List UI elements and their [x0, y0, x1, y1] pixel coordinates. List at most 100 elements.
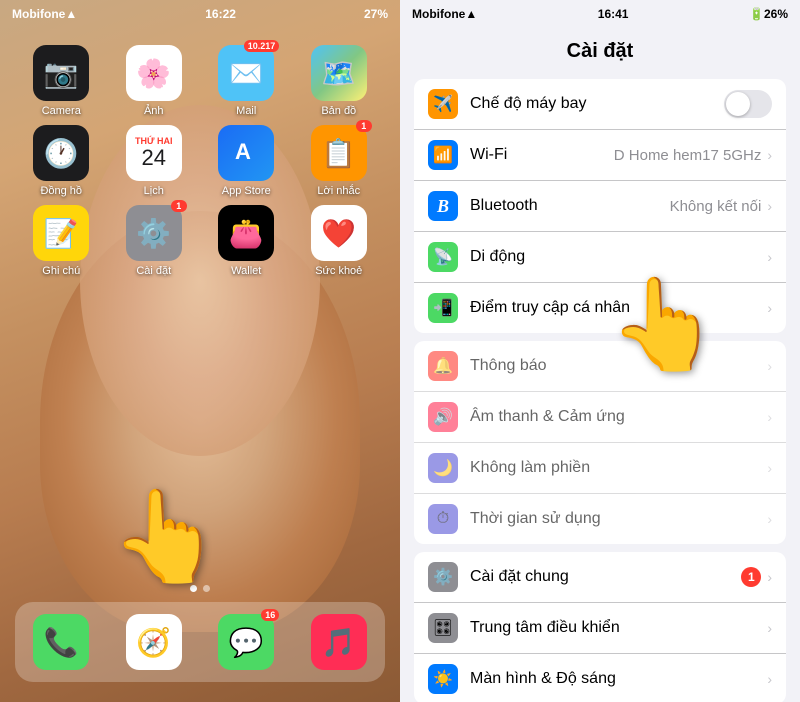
app-camera-label: Camera — [42, 105, 81, 117]
app-calendar-label: Lịch — [144, 185, 164, 197]
control-icon: 🎛 — [428, 613, 458, 643]
general-chevron: › — [767, 569, 772, 585]
app-reminders[interactable]: 📋 1 Lời nhắc — [303, 125, 375, 197]
app-maps-label: Bản đồ — [321, 105, 356, 117]
settings-row-wifi[interactable]: 📶 Wi-Fi D Home hem17 5GHz › — [414, 130, 786, 181]
dock: 📞 🧭 💬 16 🎵 — [15, 602, 385, 682]
general-icon: ⚙️ — [428, 562, 458, 592]
messages-badge: 16 — [261, 609, 279, 621]
focus-label: Không làm phiền — [470, 459, 767, 477]
right-phone-screen: Mobifone ▲ 16:41 🔋 26% Cài đặt ✈️ Chế độ… — [400, 0, 800, 702]
settings-row-focus[interactable]: 🌙 Không làm phiền › — [414, 443, 786, 494]
bluetooth-icon: B — [428, 191, 458, 221]
sounds-icon: 🔊 — [428, 402, 458, 432]
app-row-2: 🕐 Đồng hồ THỨ HAI 24 Lịch A App Store — [15, 125, 385, 197]
cellular-icon: 📡 — [428, 242, 458, 272]
app-grid: 📷 Camera 🌸 Ảnh ✉️ 10.217 Mail 🗺️ Bản đồ — [0, 35, 400, 295]
airplane-label: Chế độ máy bay — [470, 95, 724, 113]
app-notes[interactable]: 📝 Ghi chú — [25, 205, 97, 277]
control-chevron: › — [767, 620, 772, 636]
sounds-chevron: › — [767, 409, 772, 425]
wallet-icon-img: 👛 — [218, 205, 274, 261]
settings-icon-img: ⚙️ 1 — [126, 205, 182, 261]
control-label: Trung tâm điều khiển — [470, 619, 767, 637]
bluetooth-label: Bluetooth — [470, 197, 670, 215]
app-appstore[interactable]: A App Store — [210, 125, 282, 197]
time-left: 16:22 — [205, 7, 236, 21]
app-settings[interactable]: ⚙️ 1 Cài đặt — [118, 205, 190, 277]
wifi-label: Wi-Fi — [470, 146, 614, 164]
settings-row-general[interactable]: ⚙️ Cài đặt chung 1 › — [414, 552, 786, 603]
battery-icon-right: 🔋 — [749, 7, 764, 21]
photos-icon-img: 🌸 — [126, 45, 182, 101]
settings-row-hotspot[interactable]: 📲 Điểm truy cập cá nhân › — [414, 283, 786, 333]
settings-row-control[interactable]: 🎛 Trung tâm điều khiển › — [414, 603, 786, 654]
settings-container: Cài đặt ✈️ Chế độ máy bay 📶 Wi-Fi D Home… — [400, 28, 800, 702]
notifications-icon: 🔔 — [428, 351, 458, 381]
app-notes-label: Ghi chú — [42, 265, 80, 277]
status-bar-right: Mobifone ▲ 16:41 🔋 26% — [400, 0, 800, 28]
app-settings-label: Cài đặt — [136, 265, 171, 277]
app-mail-label: Mail — [236, 105, 256, 117]
wifi-icon: 📶 — [428, 140, 458, 170]
airplane-icon: ✈️ — [428, 89, 458, 119]
settings-row-bluetooth[interactable]: B Bluetooth Không kết nối › — [414, 181, 786, 232]
bluetooth-value: Không kết nối — [670, 198, 762, 215]
settings-section-1: ✈️ Chế độ máy bay 📶 Wi-Fi D Home hem17 5… — [414, 79, 786, 333]
finger-cursor-left: 👆 — [110, 492, 222, 582]
wifi-value: D Home hem17 5GHz — [614, 147, 762, 164]
maps-icon-img: 🗺️ — [311, 45, 367, 101]
mail-icon-img: ✉️ 10.217 — [218, 45, 274, 101]
display-icon: ☀️ — [428, 664, 458, 694]
battery-right: 26% — [764, 7, 788, 21]
sounds-label: Âm thanh & Cảm ứng — [470, 408, 767, 426]
screentime-icon: ⏱ — [428, 504, 458, 534]
settings-title: Cài đặt — [400, 28, 800, 71]
time-right: 16:41 — [598, 7, 629, 21]
health-icon-img: ❤️ — [311, 205, 367, 261]
notes-icon-img: 📝 — [33, 205, 89, 261]
wifi-chevron: › — [767, 147, 772, 163]
dock-safari[interactable]: 🧭 — [126, 614, 182, 670]
settings-row-screentime[interactable]: ⏱ Thời gian sử dụng › — [414, 494, 786, 544]
app-mail[interactable]: ✉️ 10.217 Mail — [210, 45, 282, 117]
cellular-chevron: › — [767, 249, 772, 265]
app-camera[interactable]: 📷 Camera — [25, 45, 97, 117]
reminders-icon-img: 📋 1 — [311, 125, 367, 181]
dock-messages[interactable]: 💬 16 — [218, 614, 274, 670]
hotspot-chevron: › — [767, 300, 772, 316]
app-reminders-label: Lời nhắc — [317, 185, 360, 197]
wifi-icon-right: ▲ — [465, 7, 477, 21]
mail-badge: 10.217 — [244, 40, 280, 52]
airplane-toggle[interactable] — [724, 90, 772, 118]
settings-row-cellular[interactable]: 📡 Di động › — [414, 232, 786, 283]
battery-left: 27% — [364, 7, 388, 21]
wifi-signal-left: ▲ — [65, 7, 77, 21]
dock-phone[interactable]: 📞 — [33, 614, 89, 670]
carrier-left: Mobifone — [12, 7, 65, 21]
camera-icon-img: 📷 — [33, 45, 89, 101]
focus-icon: 🌙 — [428, 453, 458, 483]
carrier-right: Mobifone — [412, 7, 465, 21]
settings-row-notifications[interactable]: 🔔 Thông báo › — [414, 341, 786, 392]
app-calendar[interactable]: THỨ HAI 24 Lịch — [118, 125, 190, 197]
settings-row-display[interactable]: ☀️ Màn hình & Độ sáng › — [414, 654, 786, 702]
settings-row-airplane[interactable]: ✈️ Chế độ máy bay — [414, 79, 786, 130]
app-clock[interactable]: 🕐 Đồng hồ — [25, 125, 97, 197]
app-photos[interactable]: 🌸 Ảnh — [118, 45, 190, 117]
settings-section-3: ⚙️ Cài đặt chung 1 › 🎛 Trung tâm điều kh… — [414, 552, 786, 702]
settings-row-sounds[interactable]: 🔊 Âm thanh & Cảm ứng › — [414, 392, 786, 443]
display-chevron: › — [767, 671, 772, 687]
app-wallet[interactable]: 👛 Wallet — [210, 205, 282, 277]
general-badge: 1 — [741, 567, 761, 587]
display-label: Màn hình & Độ sáng — [470, 670, 767, 688]
clock-icon-img: 🕐 — [33, 125, 89, 181]
app-maps[interactable]: 🗺️ Bản đồ — [303, 45, 375, 117]
dock-music[interactable]: 🎵 — [311, 614, 367, 670]
app-clock-label: Đồng hồ — [40, 185, 82, 197]
screentime-chevron: › — [767, 511, 772, 527]
cellular-label: Di động — [470, 248, 767, 266]
app-health[interactable]: ❤️ Sức khoẻ — [303, 205, 375, 277]
left-phone-screen: Mobifone ▲ 16:22 27% 📷 Camera 🌸 Ảnh ✉️ 1… — [0, 0, 400, 702]
finger-cursor-right: 👆 — [608, 280, 720, 370]
